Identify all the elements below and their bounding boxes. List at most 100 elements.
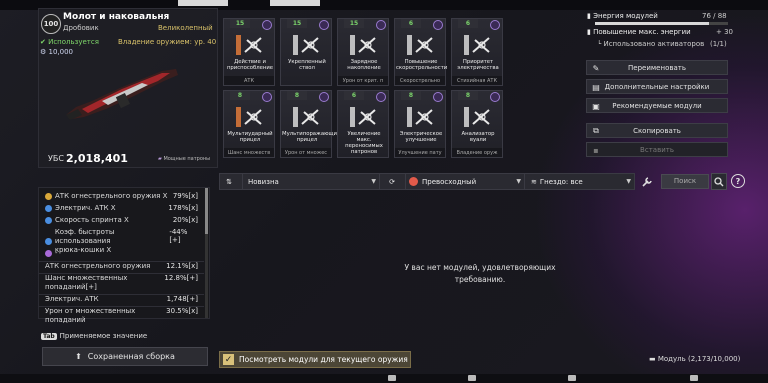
advanced-settings-label: Дополнительные настройки (604, 82, 710, 91)
recommended-modules-button[interactable]: ▣ Рекомендуемые модули (586, 98, 728, 113)
module-capacity: 8 (458, 91, 478, 100)
search-input[interactable]: Поиск (661, 174, 709, 189)
module-capacity: 8 (287, 91, 307, 100)
paste-icon: ▪ (593, 145, 599, 155)
module-icon (350, 35, 376, 55)
activators-used-value: (1/1) (710, 40, 727, 48)
ammo-type-label: Мощные патроны (163, 156, 211, 162)
stat-value: 1,748[+] (166, 295, 198, 303)
module-effect: Улучшение пату (395, 148, 445, 157)
stat-blue-icon (45, 238, 52, 245)
top-tab[interactable] (270, 0, 320, 6)
rename-button[interactable]: ✎ Переименовать (586, 60, 728, 75)
stat-row: Скорость спринта X 20%[x] (39, 216, 204, 225)
module-card[interactable]: 15 Действие и приспособление АТК (223, 18, 275, 86)
module-card[interactable]: 8 Мультипоражающий прицел Урон от множес (280, 90, 340, 158)
module-effect: Стихийная АТК (452, 76, 502, 85)
stat-label: Электрич. АТК X (55, 204, 116, 212)
stat-row: Электрич. АТК X 178%[x] (39, 204, 204, 213)
recommended-modules-label: Рекомендуемые модули (612, 101, 702, 110)
edit-icon: ✎ (592, 63, 600, 73)
module-capacity: 6 (401, 19, 421, 28)
stat-row: АТК огнестрельного оружия X 79%[x] (39, 192, 204, 201)
weapon-type: Дробовик (63, 24, 99, 32)
settings-icon: ▤ (592, 82, 600, 92)
key-hint-icon (568, 375, 576, 381)
module-name: Мультиударный прицел (227, 131, 273, 143)
socket-icon (319, 92, 329, 102)
wrench-icon[interactable] (640, 173, 654, 190)
module-icon (293, 35, 319, 55)
module-capacity: 8 (230, 91, 250, 100)
stat-label: - (55, 249, 58, 257)
applied-value-toggle[interactable]: Tab Применяемое значение (41, 332, 147, 340)
socket-icon (262, 20, 272, 30)
checkbox-checked-icon[interactable]: ✓ (223, 354, 234, 365)
copy-label: Скопировать (633, 126, 681, 135)
module-card[interactable]: 8 Анализатор вуали Владение оруж (451, 90, 503, 158)
search-icon[interactable] (711, 173, 727, 190)
module-name: Зарядное накопление (347, 59, 381, 71)
advanced-settings-button[interactable]: ▤ Дополнительные настройки (586, 79, 728, 94)
module-card[interactable]: 6 Повышение скорострельности Скорострельно (394, 18, 448, 86)
box-icon: ▬ (649, 355, 658, 363)
module-icon (236, 35, 262, 55)
module-name: Действие и приспособление (226, 59, 274, 71)
module-effect: АТК (224, 76, 274, 85)
copy-icon: ⧉ (593, 126, 599, 135)
stat-label: Урон от множественных попаданий (45, 307, 136, 324)
socket-dropdown[interactable]: ≋ Гнездо: все ▼ (528, 174, 634, 189)
socket-icon (433, 20, 443, 30)
stat-row: АТК огнестрельного оружия 12.1%[x] (39, 261, 204, 271)
weapon-rarity: Великолепный (158, 24, 213, 32)
reset-icon[interactable]: ⟳ (383, 174, 401, 189)
stat-purple-icon (45, 250, 52, 257)
socket-icon (376, 92, 386, 102)
copy-button[interactable]: ⧉ Скопировать (586, 123, 728, 138)
sort-dropdown[interactable]: Новизна ▼ (242, 174, 380, 189)
stat-value: 12.8%[+] (164, 274, 198, 282)
module-card[interactable]: 6 Увеличение макс. переносимых патронов (337, 90, 389, 158)
module-effect: Шанс множеств (224, 148, 274, 157)
stats-scrollbar-thumb[interactable] (205, 188, 208, 234)
module-icon (236, 107, 262, 127)
stat-value: 79%[x] (172, 192, 198, 200)
saved-build-label: Сохраненная сборка (87, 352, 175, 361)
socket-icon (319, 20, 329, 30)
current-weapon-filter-checkbox[interactable]: ✓ Посмотреть модули для текущего оружия (219, 351, 411, 368)
stat-label: АТК огнестрельного оружия X (55, 192, 168, 200)
modules-icon: ▣ (592, 101, 600, 111)
module-name: Повышение скорострельности (396, 59, 448, 71)
upload-icon: ⬆ (75, 352, 82, 361)
module-icon (293, 107, 319, 127)
energy-label-text: Энергия модулей (593, 12, 658, 20)
module-card[interactable]: 8 Мультиударный прицел Шанс множеств (223, 90, 275, 158)
stat-value: 178%[x] (168, 204, 198, 212)
stat-row: Урон от множественных попаданий 30.5%[x] (39, 306, 204, 325)
module-name: Анализатор вуали (461, 131, 495, 143)
module-count-value: Модуль (2,173/10,000) (657, 355, 741, 363)
stat-row: Шанс множественных попаданий[+] 12.8%[+] (39, 273, 204, 292)
saved-build-button[interactable]: ⬆ Сохраненная сборка (42, 347, 208, 366)
paste-button[interactable]: ▪ Вставить (586, 142, 728, 157)
stat-value: 12.1%[x] (166, 262, 198, 270)
rename-label: Переименовать (628, 63, 686, 72)
stats-panel: АТК огнестрельного оружия X 79%[x] Электри… (38, 187, 210, 324)
sort-order-icon[interactable]: ⇅ (220, 174, 238, 189)
module-effect: Урон от множес (281, 148, 331, 157)
module-card[interactable]: 15 Зарядное накопление Урон от крит. п (337, 18, 389, 86)
module-card[interactable]: 15 Укрепленный ствол (280, 18, 332, 86)
module-effect: Урон от крит. п (338, 76, 388, 85)
grade-dropdown[interactable]: Превосходный ▼ (405, 174, 525, 189)
module-card[interactable]: 8 Электрическое улучшение Улучшение пату (394, 90, 446, 158)
ubs-value: 2,018,401 (66, 152, 128, 165)
check-icon: ✔ (40, 38, 49, 46)
shotgun-image (66, 69, 178, 120)
module-card[interactable]: 6 Приоритет электричества Стихийная АТК (451, 18, 503, 86)
top-tab[interactable] (178, 0, 228, 6)
help-icon[interactable]: ? (731, 174, 745, 188)
applied-value-label: Применяемое значение (59, 332, 148, 340)
gear-currency-icon: ⚙ (40, 48, 49, 56)
weapon-name: Молот и наковальня (63, 12, 170, 22)
empty-list-message: У вас нет модулей, удовлетворяющих требо… (404, 263, 556, 284)
